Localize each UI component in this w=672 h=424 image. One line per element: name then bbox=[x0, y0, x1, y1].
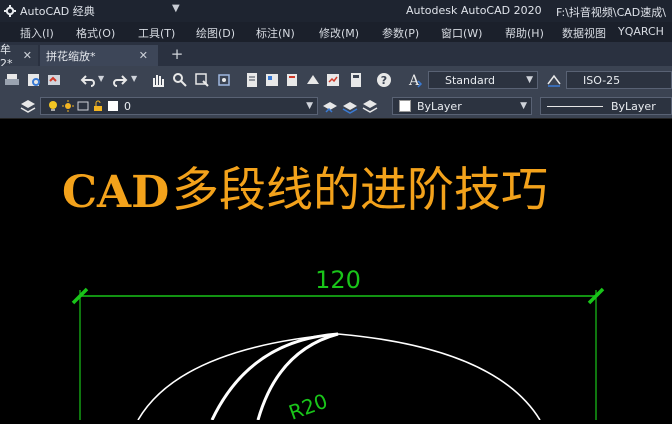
layer-color-swatch bbox=[108, 101, 118, 111]
linetype-select[interactable]: ByLayer bbox=[540, 97, 672, 115]
menu-help[interactable]: 帮助(H) bbox=[505, 25, 544, 41]
sheet-set-icon[interactable] bbox=[305, 72, 321, 88]
linetype-preview bbox=[547, 105, 603, 107]
menu-draw[interactable]: 绘图(D) bbox=[196, 25, 235, 41]
drawing-title-cjk: 多段线的进阶技巧 bbox=[172, 163, 548, 218]
drawing-title-latin: CAD bbox=[62, 167, 169, 218]
dim-style-value: ISO-25 bbox=[583, 73, 621, 87]
tool-palettes-icon[interactable] bbox=[284, 72, 300, 88]
menu-parametric[interactable]: 参数(P) bbox=[382, 25, 419, 41]
menu-format[interactable]: 格式(O) bbox=[76, 25, 115, 41]
close-icon[interactable]: ✕ bbox=[23, 49, 32, 62]
svg-text:?: ? bbox=[381, 74, 387, 87]
file-tab-bar: 牟2* ✕ 拼花缩放* ✕ bbox=[0, 42, 672, 70]
make-current-layer-icon[interactable] bbox=[322, 98, 338, 114]
standard-toolbar: ▼ ▼ ? A Standard ▼ ISO-25 bbox=[0, 66, 672, 94]
color-value: ByLayer bbox=[417, 99, 462, 113]
outer-arc[interactable] bbox=[137, 333, 541, 421]
menu-modify[interactable]: 修改(M) bbox=[319, 25, 359, 41]
gear-icon bbox=[4, 5, 16, 17]
layer-unlock-icon bbox=[94, 100, 102, 111]
tab-pinhua-suofang[interactable]: 拼花缩放* ✕ bbox=[40, 45, 158, 66]
dimension-text-width: 120 bbox=[315, 266, 361, 294]
menu-tools[interactable]: 工具(T) bbox=[138, 25, 175, 41]
close-icon[interactable]: ✕ bbox=[139, 49, 148, 62]
dim-style-icon[interactable] bbox=[546, 72, 562, 88]
color-swatch bbox=[399, 100, 411, 112]
chevron-down-icon: ▼ bbox=[520, 101, 527, 111]
new-tab-plus-icon[interactable]: + bbox=[168, 45, 186, 63]
chevron-down-icon: ▼ bbox=[306, 101, 313, 111]
color-select[interactable]: ByLayer ▼ bbox=[392, 97, 532, 115]
layer-name: 0 bbox=[124, 99, 131, 113]
quickcalc-icon[interactable] bbox=[348, 72, 364, 88]
zoom-realtime-icon[interactable] bbox=[172, 72, 188, 88]
dim-style-select[interactable]: ISO-25 bbox=[566, 71, 672, 89]
workspace-dropdown-icon[interactable]: ▼ bbox=[172, 3, 180, 14]
layer-viewport-icon bbox=[77, 101, 89, 111]
dimension-text-radius: R20 bbox=[286, 389, 331, 420]
layer-properties-icon[interactable] bbox=[20, 98, 36, 114]
text-style-icon[interactable]: A bbox=[407, 72, 423, 88]
menu-dimension[interactable]: 标注(N) bbox=[256, 25, 295, 41]
zoom-previous-icon[interactable] bbox=[216, 72, 232, 88]
drawing-canvas[interactable]: CAD 多段线的进阶技巧 120 R20 bbox=[0, 118, 672, 424]
menu-bar: 插入(I) 格式(O) 工具(T) 绘图(D) 标注(N) 修改(M) 参数(P… bbox=[0, 22, 672, 42]
file-path: F:\抖音视频\CAD速成\ bbox=[556, 6, 666, 19]
layer-thaw-sun-icon bbox=[62, 100, 74, 112]
tab-drawing-2[interactable]: 牟2* ✕ bbox=[0, 43, 38, 70]
linetype-value: ByLayer bbox=[611, 99, 656, 113]
layer-previous-icon[interactable] bbox=[342, 98, 358, 114]
tab-label: 拼花缩放* bbox=[46, 49, 96, 63]
undo-dropdown-icon[interactable]: ▼ bbox=[98, 74, 104, 83]
layer-on-bulb-icon bbox=[49, 101, 57, 111]
undo-icon[interactable] bbox=[80, 72, 96, 88]
layer-select[interactable]: 0 ▼ bbox=[40, 97, 318, 115]
text-style-select[interactable]: Standard ▼ bbox=[428, 71, 538, 89]
zoom-window-icon[interactable] bbox=[194, 72, 210, 88]
properties-icon[interactable] bbox=[244, 72, 260, 88]
menu-window[interactable]: 窗口(W) bbox=[441, 25, 482, 41]
menu-yqarch[interactable]: YQARCH bbox=[618, 25, 664, 38]
menu-data-view[interactable]: 数据视图 bbox=[562, 25, 606, 41]
title-bar: AutoCAD 经典 ▼ Autodesk AutoCAD 2020 F:\抖音… bbox=[0, 0, 672, 22]
redo-dropdown-icon[interactable]: ▼ bbox=[131, 74, 137, 83]
redo-icon[interactable] bbox=[112, 72, 128, 88]
markup-icon[interactable] bbox=[325, 72, 341, 88]
chevron-down-icon: ▼ bbox=[526, 75, 533, 85]
layers-toolbar: 0 ▼ ByLayer ▼ ByLayer bbox=[0, 94, 672, 119]
plot-preview-icon[interactable] bbox=[26, 72, 42, 88]
layer-states-icon[interactable] bbox=[362, 98, 378, 114]
menu-insert[interactable]: 插入(I) bbox=[20, 25, 54, 41]
text-style-value: Standard bbox=[445, 73, 496, 87]
app-title: Autodesk AutoCAD 2020 bbox=[406, 4, 542, 17]
help-icon[interactable]: ? bbox=[376, 72, 392, 88]
design-center-icon[interactable] bbox=[264, 72, 280, 88]
workspace-switcher[interactable]: AutoCAD 经典 bbox=[4, 3, 95, 19]
workspace-label: AutoCAD 经典 bbox=[20, 5, 95, 18]
print-icon[interactable] bbox=[4, 72, 20, 88]
model-space[interactable]: CAD 多段线的进阶技巧 120 R20 bbox=[0, 118, 672, 424]
pan-hand-icon[interactable] bbox=[150, 72, 166, 88]
publish-icon[interactable] bbox=[46, 72, 62, 88]
